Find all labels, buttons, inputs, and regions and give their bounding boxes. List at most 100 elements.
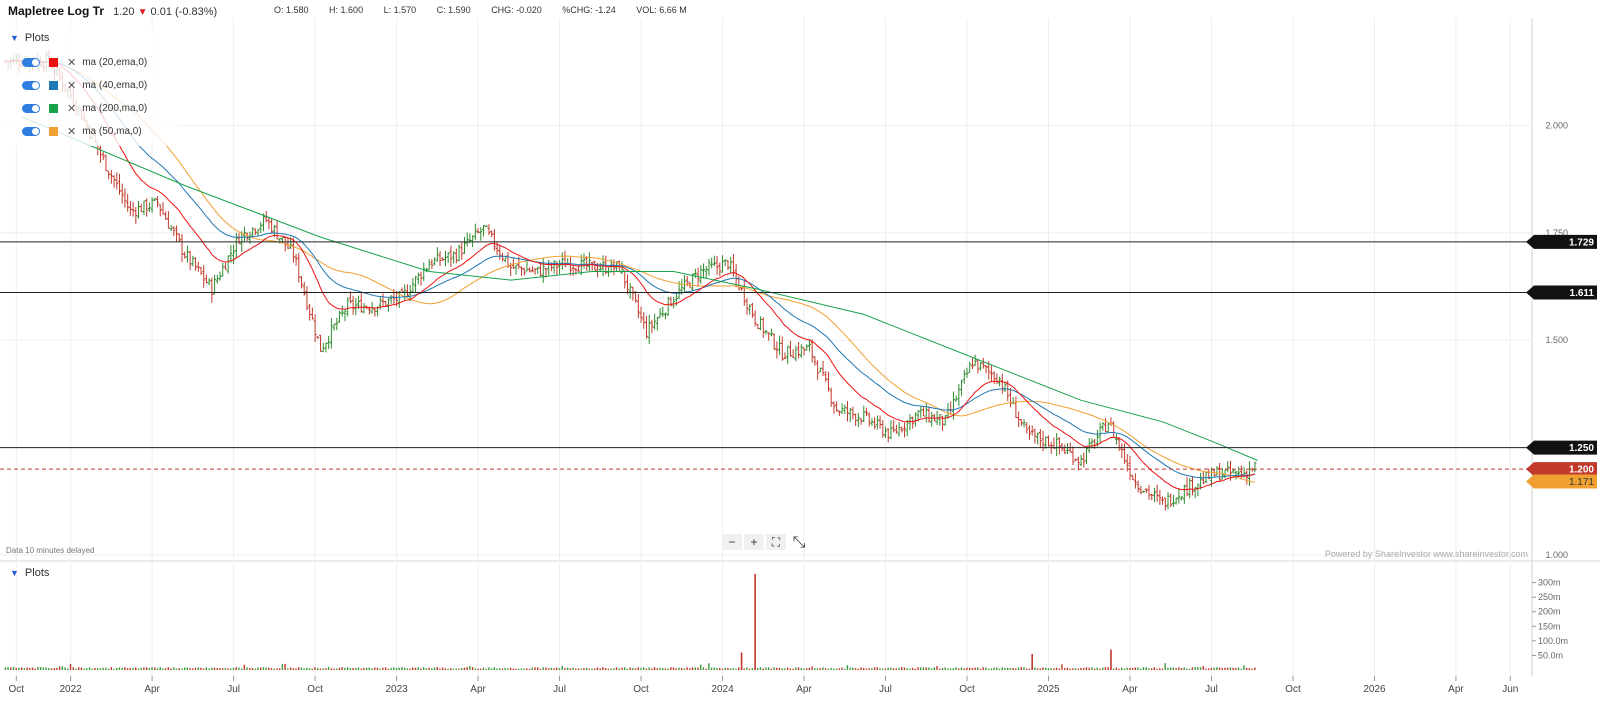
volume-bar <box>1232 667 1234 670</box>
volume-bar <box>773 667 775 670</box>
volume-bar <box>990 668 993 670</box>
volume-bar <box>1218 667 1221 670</box>
volume-bar <box>1055 667 1058 670</box>
volume-bar <box>648 667 650 670</box>
plot-toggle[interactable] <box>22 126 40 136</box>
volume-bar <box>278 668 281 670</box>
price-change: 0.01 (-0.83%) <box>150 6 218 18</box>
x-tick-label: 2025 <box>1037 684 1060 695</box>
volume-bar <box>906 668 908 670</box>
close-icon[interactable]: ✕ <box>67 102 76 115</box>
volume-bar <box>512 668 514 670</box>
volume-bar <box>374 667 376 670</box>
volume-bar <box>762 668 764 670</box>
volume-bar <box>493 667 495 670</box>
plot-toggle[interactable] <box>22 103 40 113</box>
low-value: L: 1.570 <box>383 5 417 15</box>
volume-bar <box>596 667 599 670</box>
plots-panel: ▼ Plots ✕ ma (20,ema,0) ✕ ma (40,ema,0) ✕… <box>0 26 180 146</box>
volume-bar <box>759 667 762 670</box>
volume-bar <box>811 666 813 670</box>
close-icon[interactable]: ✕ <box>67 56 76 69</box>
x-tick-label: Oct <box>1285 684 1301 695</box>
volume-bar <box>1050 667 1052 670</box>
plot-toggle[interactable] <box>22 80 40 90</box>
volume-bar <box>227 668 229 670</box>
volume-spike-bar <box>1110 649 1112 670</box>
volume-bar <box>865 668 868 670</box>
close-icon[interactable]: ✕ <box>67 79 76 92</box>
volume-bar <box>700 664 702 670</box>
color-swatch[interactable] <box>49 126 58 136</box>
plot-toggle[interactable] <box>22 57 40 67</box>
x-tick-label: Jul <box>553 684 566 695</box>
volume-bar <box>949 668 952 670</box>
volume-bar <box>257 667 259 670</box>
volume-bar <box>939 668 941 670</box>
volume-bar <box>1047 668 1050 670</box>
volume-bar <box>327 666 330 670</box>
price-chart[interactable]: 1.0001.2501.5001.7502.000Oct2022AprJulOc… <box>0 0 1600 713</box>
x-tick-label: Oct <box>307 684 323 695</box>
volume-bar <box>360 668 362 670</box>
last-price: 1.20 <box>113 6 135 18</box>
volume-bar <box>982 667 984 670</box>
volume-plots-toggle[interactable]: ▼ Plots <box>10 567 49 579</box>
color-swatch[interactable] <box>49 103 58 113</box>
volume-bar <box>531 667 533 670</box>
volume-bar <box>979 668 982 670</box>
volume-bar <box>58 666 61 670</box>
volume-bar <box>751 667 754 670</box>
volume-bar <box>1237 667 1240 670</box>
volume-bar <box>1164 663 1166 670</box>
volume-bar <box>558 668 561 670</box>
volume-bar <box>208 668 210 670</box>
volume-bar <box>640 667 642 670</box>
volume-bar <box>246 667 248 670</box>
volume-bar <box>610 668 612 670</box>
volume-bar <box>594 668 596 670</box>
volume-bar <box>879 668 881 670</box>
volume-bar <box>1224 667 1226 670</box>
zoom-in-button[interactable]: + <box>744 534 764 550</box>
volume-tick-label: 200m <box>1538 607 1561 617</box>
volume-bar <box>977 667 979 670</box>
volume-bar <box>135 667 137 670</box>
volume-bar <box>126 668 129 670</box>
volume-bar <box>96 668 99 670</box>
volume-bar <box>173 667 175 670</box>
volume-bar <box>1145 667 1147 670</box>
volume-bar <box>412 667 414 670</box>
volume-bar <box>474 668 476 670</box>
volume-bar <box>653 667 656 670</box>
volume-bar <box>12 666 15 670</box>
volume-bar <box>1074 668 1077 670</box>
volume-bar <box>205 667 208 670</box>
color-swatch[interactable] <box>49 57 58 67</box>
volume-bar <box>1123 668 1126 670</box>
close-icon[interactable]: ✕ <box>67 125 76 138</box>
volume-bar <box>1226 667 1229 670</box>
plots-toggle[interactable]: ▼ Plots <box>10 32 49 44</box>
volume-bar <box>770 668 773 670</box>
volume-bar <box>297 667 300 670</box>
volume-bar <box>69 663 72 670</box>
volume-bar <box>849 667 851 670</box>
volume-bar <box>1188 668 1191 670</box>
volume-bar <box>887 667 889 670</box>
volume-bar <box>583 667 585 670</box>
fit-icon[interactable]: ⛶ <box>766 534 786 550</box>
volume-bar <box>1213 667 1215 670</box>
color-swatch[interactable] <box>49 80 58 90</box>
expand-icon[interactable]: ⤡ <box>788 534 810 552</box>
volume-bar <box>890 667 892 670</box>
volume-bar <box>268 667 270 670</box>
zoom-out-button[interactable]: − <box>722 534 742 550</box>
chart-header: Mapletree Log Tr 1.20 ▼ 0.01 (-0.83%) <box>8 4 217 20</box>
volume-bar <box>1023 667 1025 670</box>
volume-bar <box>42 667 45 670</box>
volume-bar <box>67 668 69 670</box>
volume-bar <box>523 668 525 670</box>
volume-bar <box>843 668 846 670</box>
level-badge-label: 1.611 <box>1570 288 1595 299</box>
